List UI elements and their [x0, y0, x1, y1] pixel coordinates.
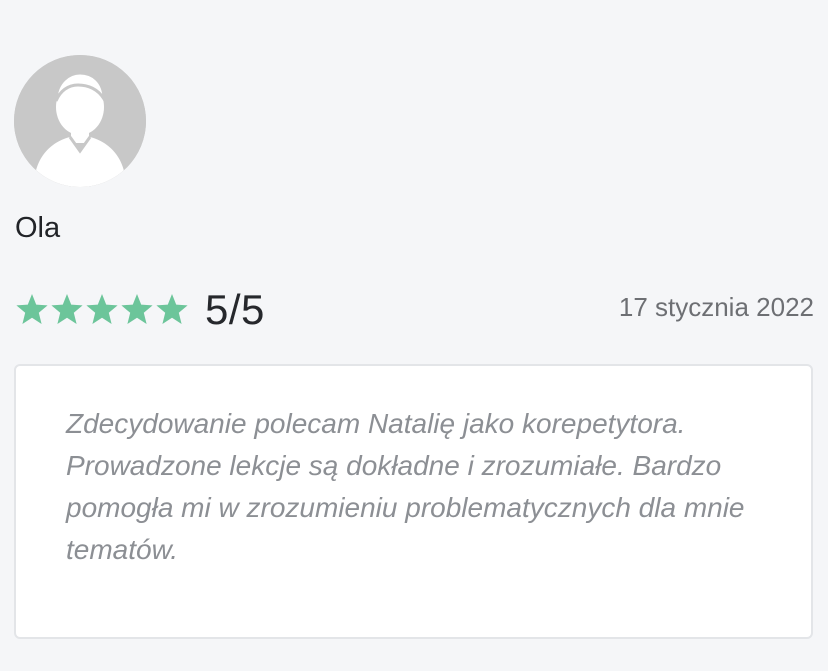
- reviewer-name: Ola: [15, 212, 61, 244]
- star-icon: [154, 292, 190, 328]
- star-icon: [14, 292, 50, 328]
- review-text: Zdecydowanie polecam Natalię jako korepe…: [66, 408, 745, 565]
- rating-score: 5/5: [205, 286, 265, 333]
- rating-row: 5/5: [14, 285, 265, 335]
- avatar: [14, 55, 146, 187]
- rating-stars: [14, 292, 189, 328]
- star-icon: [84, 292, 120, 328]
- star-icon: [119, 292, 155, 328]
- review-date: 17 stycznia 2022: [618, 292, 814, 322]
- star-icon: [49, 292, 85, 328]
- user-silhouette-icon: [14, 55, 146, 187]
- review-card: Zdecydowanie polecam Natalię jako korepe…: [14, 364, 813, 639]
